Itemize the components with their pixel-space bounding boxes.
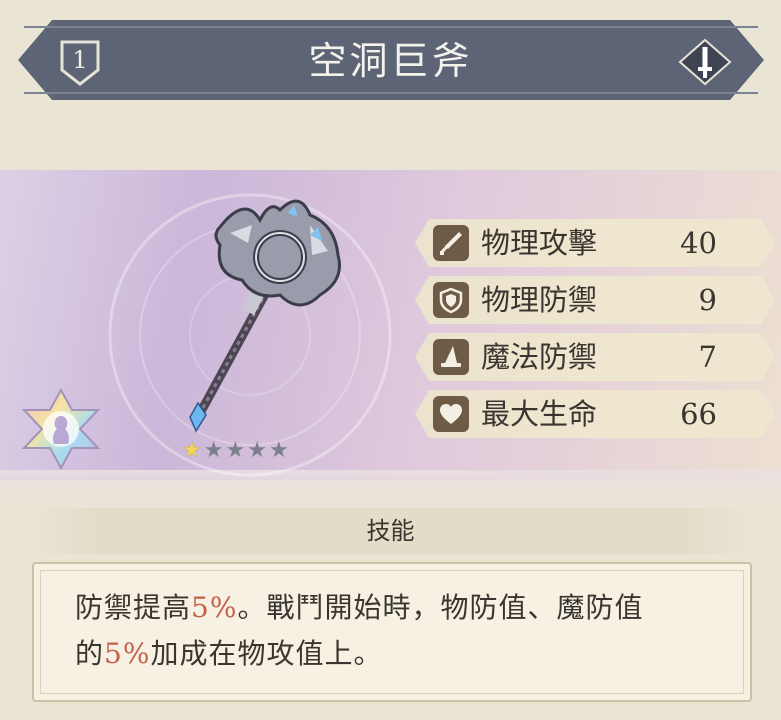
skill-description: 防禦提高5%。戰鬥開始時，物防值、魔防值 的5%加成在物攻值上。	[75, 585, 745, 677]
skill-text-segment: 防禦提高	[75, 591, 192, 624]
skill-line-1: 防禦提高5%。戰鬥開始時，物防值、魔防值	[75, 585, 745, 631]
star-empty-icon: ★	[247, 438, 267, 463]
star-empty-icon: ★	[268, 438, 289, 463]
rainbow-rarity-emblem-icon	[21, 388, 101, 470]
stat-magic-defense: 魔法防禦 7	[415, 333, 775, 381]
rarity-stars: ★ ★ ★ ★ ★	[182, 440, 289, 462]
skill-text-segment: 。戰鬥開始時，物防值、魔防值	[237, 591, 644, 624]
stat-label: 物理防禦	[481, 283, 598, 317]
star-empty-icon: ★	[203, 438, 224, 463]
stat-value: 7	[698, 340, 717, 374]
wizard-hat-icon	[433, 339, 469, 375]
shield-icon	[433, 282, 469, 318]
stat-label: 最大生命	[481, 397, 598, 431]
sword-icon	[433, 225, 469, 261]
skill-highlight-value: 5%	[104, 637, 151, 670]
stat-physical-attack: 物理攻擊 40	[415, 219, 775, 267]
stat-max-hp: 最大生命 66	[415, 390, 775, 438]
stat-value: 40	[680, 226, 717, 260]
weapon-name: 空洞巨斧	[308, 39, 473, 83]
skill-line-2: 的5%加成在物攻值上。	[75, 631, 745, 677]
skill-text-segment: 的	[75, 637, 105, 670]
sword-diamond-icon	[678, 38, 732, 86]
stat-physical-defense: 物理防禦 9	[415, 276, 775, 324]
stat-value: 66	[680, 397, 717, 431]
skill-highlight-value: 5%	[191, 591, 238, 624]
skill-title: 技能	[366, 517, 415, 545]
heart-icon	[433, 396, 469, 432]
battle-axe-illustration	[189, 199, 341, 433]
skill-text-segment: 加成在物攻值上。	[150, 637, 383, 670]
stat-label: 魔法防禦	[481, 340, 598, 374]
stat-label: 物理攻擊	[481, 226, 598, 260]
star-empty-icon: ★	[225, 438, 246, 463]
stat-value: 9	[698, 283, 717, 317]
star-filled-icon: ★	[182, 438, 202, 463]
